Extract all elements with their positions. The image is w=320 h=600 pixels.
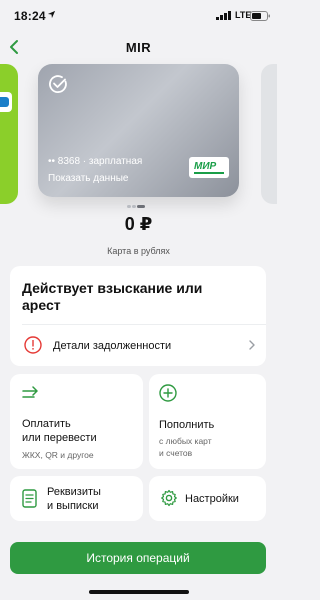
status-time: 18:24: [14, 9, 46, 23]
mir-logo: МИР: [189, 157, 229, 178]
pay-title-line2: или перевести: [22, 432, 97, 444]
next-card[interactable]: [261, 64, 277, 204]
top-up-subtitle-line2: и счетов: [159, 448, 193, 458]
top-up-tile[interactable]: Пополнить с любых карт и счетов: [149, 374, 266, 469]
pay-title-line1: Оплатить: [22, 418, 71, 430]
pay-subtitle: ЖКХ, QR и другое: [22, 450, 94, 460]
carousel-dot: [132, 205, 136, 208]
status-bar: 18:24 LTE: [0, 0, 277, 30]
bank-card[interactable]: •• 8368 · зарплатная Показать данные МИР: [38, 64, 239, 197]
balance-amount: 0 ₽: [124, 214, 153, 234]
info-icon: [24, 336, 42, 354]
previous-card[interactable]: [0, 64, 18, 204]
requisites-statements-tile[interactable]: Реквизиты и выписки: [10, 476, 143, 521]
document-icon: [22, 489, 37, 508]
check-circle-icon: [49, 75, 67, 93]
plus-circle-icon: [159, 384, 177, 402]
transfer-arrow-icon: [22, 386, 38, 398]
chevron-right-icon: [249, 340, 255, 350]
pay-transfer-tile[interactable]: Оплатить или перевести ЖКХ, QR и другое: [10, 374, 143, 469]
settings-tile[interactable]: Настройки: [149, 476, 266, 521]
requisites-title-line2: и выписки: [47, 500, 99, 512]
top-up-subtitle-line1: с любых карт: [159, 436, 212, 446]
signal-icon: [216, 11, 231, 20]
top-up-title: Пополнить: [159, 419, 215, 431]
carousel-dot: [127, 205, 131, 208]
gear-icon: [161, 489, 177, 507]
previous-card-logo: [0, 92, 12, 112]
home-indicator: [89, 590, 189, 594]
carousel-dot-active: [137, 205, 145, 208]
debt-details-label: Детали задолженности: [53, 340, 172, 352]
arrest-panel: Действует взыскание или арест Детали зад…: [10, 266, 266, 366]
battery-icon: [250, 11, 270, 21]
arrest-title: Действует взыскание или арест: [22, 280, 203, 313]
balance-caption: Карта в рублях: [107, 246, 170, 256]
carousel-dots: [0, 204, 277, 210]
mir-logo-text: МИР: [194, 161, 217, 172]
network-type: LTE: [235, 10, 252, 20]
show-card-data-link[interactable]: Показать данные: [48, 173, 128, 184]
debt-details-row[interactable]: Детали задолженности: [10, 325, 266, 366]
settings-title: Настройки: [185, 493, 239, 505]
operation-history-button[interactable]: История операций: [10, 542, 266, 574]
requisites-title-line1: Реквизиты: [47, 486, 101, 498]
card-number: •• 8368 · зарплатная: [48, 156, 143, 167]
location-arrow-icon: [47, 10, 56, 19]
page-title: MIR: [125, 40, 152, 55]
